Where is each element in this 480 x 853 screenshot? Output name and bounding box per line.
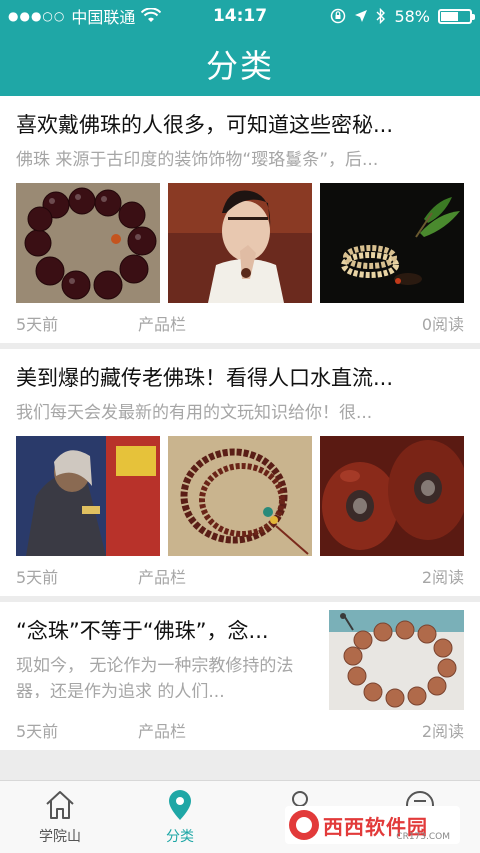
- article-summary: 现如今， 无论作为一种宗教修持的法器，还是作为追求 的人们...: [16, 656, 294, 698]
- page-title: 分类: [205, 47, 274, 85]
- article-thumbnail[interactable]: [168, 436, 312, 556]
- article-thumbnail[interactable]: [320, 183, 464, 303]
- article-category[interactable]: 产品栏: [138, 718, 422, 742]
- watermark-domain: CR173.COM: [396, 832, 450, 842]
- tab-academy[interactable]: 学院山: [0, 781, 120, 853]
- article-date: 5天前: [16, 722, 59, 741]
- article-card[interactable]: 喜欢戴佛珠的人很多，可知道这些密秘... 佛珠 来源于古印度的装饰饰物“璎珞鬘条…: [0, 96, 480, 343]
- nav-bar: 分类: [0, 32, 480, 96]
- article-date: 5天前: [16, 315, 59, 334]
- battery-level: [441, 11, 459, 21]
- article-thumbnail[interactable]: [168, 183, 312, 303]
- signal-dots-icon: ●●●○○: [8, 9, 66, 23]
- article-title[interactable]: 美到爆的藏传老佛珠！看得人口水直流...: [16, 349, 464, 393]
- battery-icon: [438, 8, 475, 24]
- bluetooth-icon: [376, 8, 386, 24]
- watermark: 西西软件园 CR173.COM: [285, 806, 460, 844]
- article-date: 5天前: [16, 568, 59, 587]
- article-thumbnail[interactable]: [320, 436, 464, 556]
- article-summary: 我们每天会发最新的有用的文玩知识给你！很...: [16, 403, 373, 423]
- article-thumbnail[interactable]: [16, 436, 160, 556]
- watermark-logo-icon: [289, 810, 319, 840]
- article-summary: 佛珠 来源于古印度的装饰饰物“璎珞鬘条”，后...: [16, 150, 379, 170]
- location-icon: [355, 10, 368, 22]
- location-pin-icon: [169, 790, 191, 820]
- tab-category[interactable]: 分类: [120, 781, 240, 853]
- tab-label: 学院山: [39, 829, 81, 845]
- battery-percent: 58%: [394, 6, 430, 26]
- article-read-count: 2阅读: [421, 722, 464, 741]
- article-category[interactable]: 产品栏: [138, 564, 422, 588]
- article-title[interactable]: 喜欢戴佛珠的人很多，可知道这些密秘...: [16, 96, 464, 140]
- status-bar: ●●●○○ 中国联通 14:17 58%: [0, 0, 480, 32]
- home-icon: [46, 791, 74, 819]
- article-read-count: 0阅读: [421, 315, 464, 334]
- tab-label: 分类: [166, 829, 194, 845]
- article-category[interactable]: 产品栏: [138, 311, 422, 335]
- status-time: 14:17: [212, 6, 268, 26]
- wifi-icon: [141, 8, 162, 22]
- article-title[interactable]: “念珠”不等于“佛珠”，念...: [16, 602, 306, 646]
- article-thumbnail[interactable]: [329, 610, 464, 710]
- carrier-name: 中国联通: [71, 8, 136, 27]
- article-feed[interactable]: 喜欢戴佛珠的人很多，可知道这些密秘... 佛珠 来源于古印度的装饰饰物“璎珞鬘条…: [0, 96, 480, 780]
- orientation-lock-icon: [331, 8, 346, 24]
- article-read-count: 2阅读: [421, 568, 464, 587]
- article-thumbnail[interactable]: [16, 183, 160, 303]
- article-card[interactable]: 美到爆的藏传老佛珠！看得人口水直流... 我们每天会发最新的有用的文玩知识给你！…: [0, 349, 480, 596]
- article-card[interactable]: “念珠”不等于“佛珠”，念... 现如今， 无论作为一种宗教修持的法器，还是作为…: [0, 602, 480, 750]
- card-divider: [0, 750, 480, 756]
